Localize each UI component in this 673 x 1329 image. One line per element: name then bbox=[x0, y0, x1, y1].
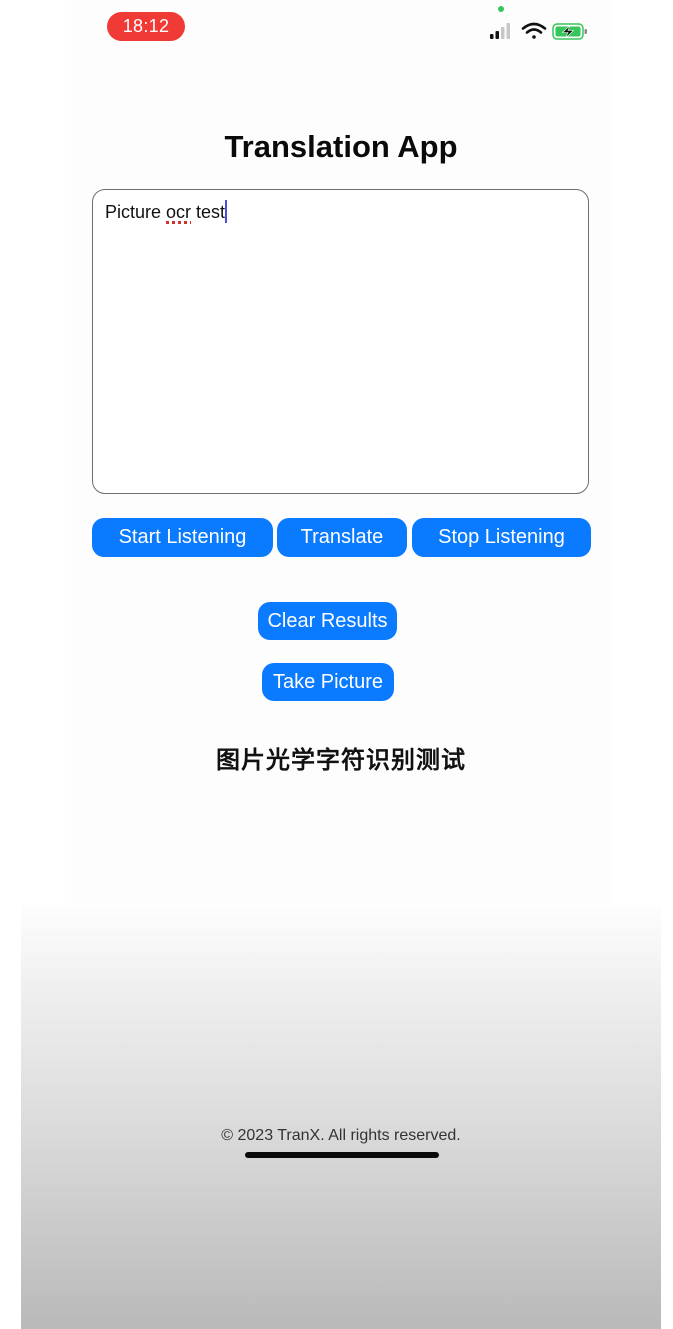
status-icons bbox=[490, 22, 587, 40]
text-caret bbox=[225, 200, 228, 223]
text-input-field[interactable]: Picture ocr test bbox=[92, 189, 589, 494]
clear-results-button[interactable]: Clear Results bbox=[258, 602, 397, 640]
page-title: Translation App bbox=[224, 129, 458, 164]
footer-copyright: © 2023 TranX. All rights reserved. bbox=[221, 1127, 461, 1144]
home-indicator[interactable] bbox=[245, 1152, 439, 1158]
stop-listening-button[interactable]: Stop Listening bbox=[412, 518, 591, 557]
misspelled-word[interactable]: ocr bbox=[166, 202, 191, 222]
start-listening-button[interactable]: Start Listening bbox=[92, 518, 273, 557]
input-text-after: test bbox=[191, 202, 226, 222]
translate-button[interactable]: Translate bbox=[277, 518, 407, 557]
take-picture-button[interactable]: Take Picture bbox=[262, 663, 394, 701]
wifi-icon bbox=[521, 22, 547, 39]
input-text-before: Picture bbox=[105, 202, 167, 222]
privacy-indicator-dot bbox=[498, 6, 504, 12]
signal-icon bbox=[490, 23, 510, 39]
bottom-fade bbox=[21, 905, 661, 1329]
battery-charging-icon bbox=[552, 23, 587, 40]
translation-result: 图片光学字符识别测试 bbox=[216, 746, 466, 774]
status-time: 18:12 bbox=[107, 12, 185, 41]
